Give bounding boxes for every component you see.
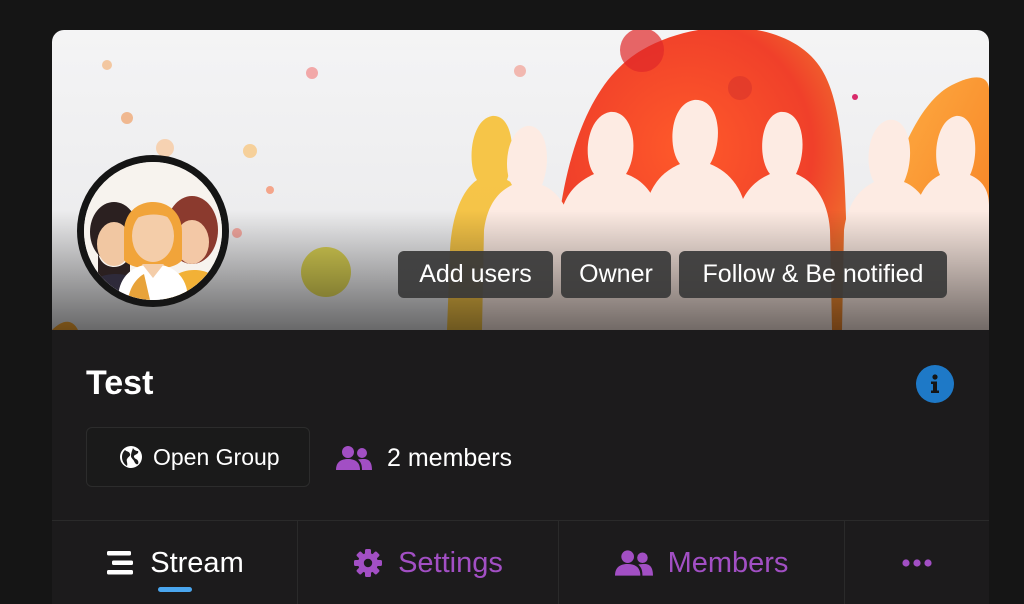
info-icon [931, 374, 939, 393]
active-tab-indicator [158, 587, 192, 592]
tab-members[interactable]: Members [559, 521, 845, 604]
tab-more[interactable] [845, 521, 989, 604]
members-count-label: 2 members [387, 443, 513, 472]
info-button[interactable] [916, 365, 954, 403]
gear-icon [354, 549, 383, 577]
group-title: Test [86, 364, 154, 402]
users-icon [614, 550, 653, 576]
tab-stream-label: Stream [150, 546, 244, 579]
stream-icon [107, 551, 134, 575]
tab-settings[interactable]: Settings [298, 521, 559, 604]
group-banner: Add users Owner Follow & Be notified [52, 30, 989, 330]
group-people-icon [84, 162, 222, 300]
tab-members-label: Members [667, 546, 789, 579]
follow-button[interactable]: Follow & Be notified [679, 251, 947, 298]
group-type-label: Open Group [153, 443, 280, 470]
tab-settings-label: Settings [398, 546, 503, 579]
owner-button[interactable]: Owner [561, 251, 671, 298]
globe-icon [120, 446, 142, 468]
group-tabs: Stream Settings Members [52, 520, 989, 604]
members-count[interactable]: 2 members [336, 440, 512, 476]
users-icon [336, 446, 372, 470]
ellipsis-icon [902, 559, 932, 567]
add-users-button[interactable]: Add users [398, 251, 553, 298]
group-card: Add users Owner Follow & Be notified Tes… [52, 30, 989, 604]
group-type-badge: Open Group [86, 427, 310, 487]
group-avatar [77, 155, 229, 307]
tab-stream[interactable]: Stream [52, 521, 298, 604]
